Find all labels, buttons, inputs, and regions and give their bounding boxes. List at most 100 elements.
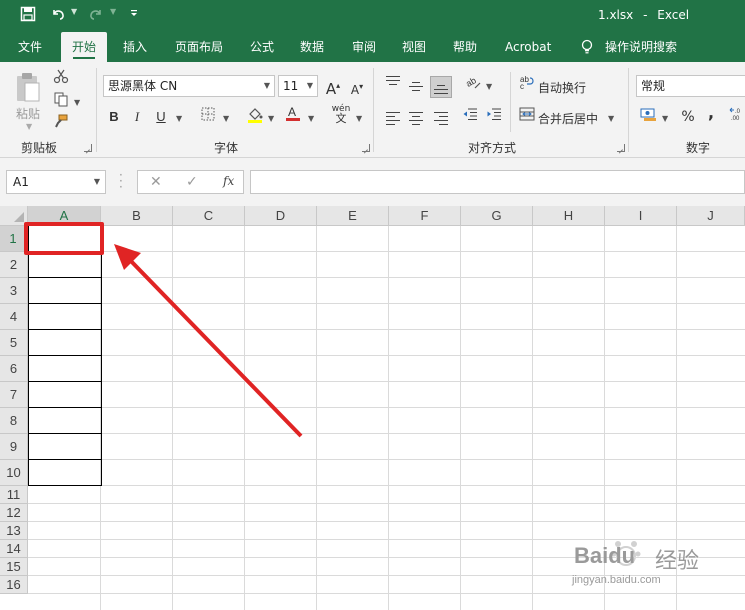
undo-dropdown-icon[interactable]: ▼ bbox=[71, 7, 77, 16]
group-divider bbox=[373, 68, 374, 152]
group-divider bbox=[628, 68, 629, 152]
tab-data[interactable]: 数据 bbox=[300, 32, 324, 62]
svg-text:.00: .00 bbox=[731, 116, 740, 122]
font-color-icon[interactable]: A bbox=[282, 104, 304, 126]
fill-color-dropdown-icon[interactable]: ▼ bbox=[268, 114, 274, 123]
tab-insert[interactable]: 插入 bbox=[123, 32, 147, 62]
phonetic-guide-button[interactable]: wén 文 bbox=[330, 104, 352, 126]
customize-icon[interactable] bbox=[124, 6, 144, 26]
align-bottom-icon bbox=[434, 85, 448, 97]
font-launcher-icon[interactable] bbox=[362, 144, 370, 152]
wrap-text-icon[interactable]: ab c bbox=[516, 74, 538, 96]
align-bottom-button[interactable] bbox=[430, 76, 452, 98]
underline-dropdown-icon[interactable]: ▼ bbox=[176, 114, 182, 123]
tab-formulas[interactable]: 公式 bbox=[250, 32, 274, 62]
orientation-icon[interactable]: ab bbox=[462, 74, 484, 96]
ribbon-home: 粘贴 ▼ ▼ 剪贴板 思源黑体 CN ▼ 11 ▼ A▴ A▾ B I U ▼ … bbox=[0, 62, 745, 158]
borders-icon[interactable] bbox=[197, 106, 219, 128]
align-middle-icon[interactable] bbox=[409, 82, 423, 94]
fill-color-icon[interactable] bbox=[244, 106, 266, 128]
cut-icon[interactable] bbox=[50, 68, 72, 90]
arrow-shaft bbox=[126, 256, 303, 438]
grow-font-icon: A bbox=[325, 80, 337, 98]
paste-icon[interactable] bbox=[14, 70, 42, 107]
underline-button[interactable]: U bbox=[150, 106, 172, 128]
number-group-label: 数字 bbox=[686, 141, 711, 155]
tell-me-search[interactable]: 操作说明搜索 bbox=[605, 32, 677, 62]
more-options-icon[interactable]: · · · bbox=[119, 169, 123, 193]
undo-icon[interactable] bbox=[48, 6, 68, 26]
active-tab-underline bbox=[73, 57, 95, 59]
align-center-icon[interactable] bbox=[409, 112, 423, 128]
chevron-down-icon: ▼ bbox=[306, 81, 313, 90]
svg-text:.0: .0 bbox=[735, 109, 741, 115]
format-painter-icon[interactable] bbox=[50, 113, 72, 135]
group-divider bbox=[96, 68, 97, 152]
phonetic-dropdown-icon[interactable]: ▼ bbox=[356, 114, 362, 123]
clipboard-launcher-icon[interactable] bbox=[84, 144, 92, 152]
name-box[interactable]: A1 ▼ bbox=[6, 170, 106, 194]
svg-text:A: A bbox=[288, 105, 296, 119]
font-size-value: 11 bbox=[283, 79, 299, 93]
file-name: 1.xlsx bbox=[598, 8, 634, 22]
comma-style-button[interactable]: , bbox=[700, 102, 722, 124]
tab-page-layout[interactable]: 页面布局 bbox=[175, 32, 223, 62]
font-size-combo[interactable]: 11 ▼ bbox=[278, 75, 318, 97]
shrink-font-button[interactable]: A▾ bbox=[346, 76, 368, 98]
tab-home-label: 开始 bbox=[71, 40, 96, 54]
alignment-launcher-icon[interactable] bbox=[617, 144, 625, 152]
tab-home[interactable]: 开始 bbox=[61, 32, 107, 62]
copy-icon[interactable] bbox=[50, 91, 72, 113]
tab-review[interactable]: 审阅 bbox=[352, 32, 376, 62]
alignment-group-label: 对齐方式 bbox=[468, 141, 517, 155]
font-name-combo[interactable]: 思源黑体 CN ▼ bbox=[103, 75, 275, 97]
window-title: 1.xlsx - Excel bbox=[598, 8, 689, 22]
align-right-icon[interactable] bbox=[434, 112, 448, 128]
save-icon[interactable] bbox=[18, 6, 38, 26]
watermark-url: jingyan.baidu.com bbox=[572, 574, 661, 586]
accounting-dropdown-icon[interactable]: ▼ bbox=[662, 114, 668, 123]
merge-center-icon[interactable] bbox=[516, 106, 538, 128]
enter-icon[interactable]: ✓ bbox=[186, 173, 198, 191]
redo-dropdown-icon[interactable]: ▼ bbox=[110, 7, 116, 16]
increase-decimal-icon[interactable]: .0.00 bbox=[728, 106, 745, 128]
merge-dropdown-icon[interactable]: ▼ bbox=[608, 114, 614, 123]
ribbon-tabs: 文件 开始 插入 页面布局 公式 数据 审阅 视图 帮助 Acrobat 操作说… bbox=[0, 32, 745, 62]
title-separator: - bbox=[643, 8, 648, 22]
merge-center-button[interactable]: 合并后居中 bbox=[538, 110, 598, 127]
name-box-value: A1 bbox=[13, 175, 29, 189]
number-format-combo[interactable]: 常规 bbox=[636, 75, 745, 97]
align-top-icon[interactable] bbox=[386, 76, 400, 88]
wrap-text-button[interactable]: 自动换行 bbox=[538, 79, 586, 96]
copy-dropdown-icon[interactable]: ▼ bbox=[74, 98, 80, 107]
shrink-font-icon: A bbox=[350, 83, 360, 97]
paste-label[interactable]: 粘贴 bbox=[16, 105, 40, 122]
cancel-icon[interactable]: ✕ bbox=[150, 173, 162, 191]
watermark-brand: Baidu bbox=[574, 543, 636, 568]
bold-button[interactable]: B bbox=[103, 106, 125, 128]
accounting-format-icon[interactable] bbox=[638, 106, 660, 128]
insert-function-button[interactable]: fx bbox=[223, 174, 234, 188]
paste-dropdown-icon[interactable]: ▼ bbox=[26, 122, 32, 131]
align-left-icon[interactable] bbox=[386, 112, 400, 128]
chevron-down-icon: ▼ bbox=[93, 177, 100, 186]
tab-view[interactable]: 视图 bbox=[402, 32, 426, 62]
decrease-indent-icon[interactable] bbox=[459, 106, 481, 128]
worksheet-grid: A B C D E F G H I J 1 2 3 4 5 6 7 8 9 10 11 12 13 14 15 16 Baidu 经验… bbox=[0, 206, 745, 610]
tab-file[interactable]: 文件 bbox=[18, 32, 42, 62]
formula-input[interactable] bbox=[250, 170, 745, 194]
chevron-down-icon: ▼ bbox=[263, 81, 270, 90]
grow-font-button[interactable]: A▴ bbox=[322, 75, 344, 98]
redo-icon[interactable] bbox=[86, 6, 106, 26]
percent-style-button[interactable]: % bbox=[677, 106, 699, 128]
borders-dropdown-icon[interactable]: ▼ bbox=[223, 114, 229, 123]
watermark-brand-cn: 经验 bbox=[655, 548, 700, 573]
lightbulb-icon[interactable] bbox=[579, 39, 595, 55]
tab-acrobat[interactable]: Acrobat bbox=[505, 32, 551, 62]
tab-help[interactable]: 帮助 bbox=[453, 32, 477, 62]
italic-button[interactable]: I bbox=[126, 106, 148, 128]
font-color-dropdown-icon[interactable]: ▼ bbox=[308, 114, 314, 123]
orientation-dropdown-icon[interactable]: ▼ bbox=[486, 82, 492, 91]
group-divider bbox=[510, 72, 511, 132]
increase-indent-icon[interactable] bbox=[483, 106, 505, 128]
